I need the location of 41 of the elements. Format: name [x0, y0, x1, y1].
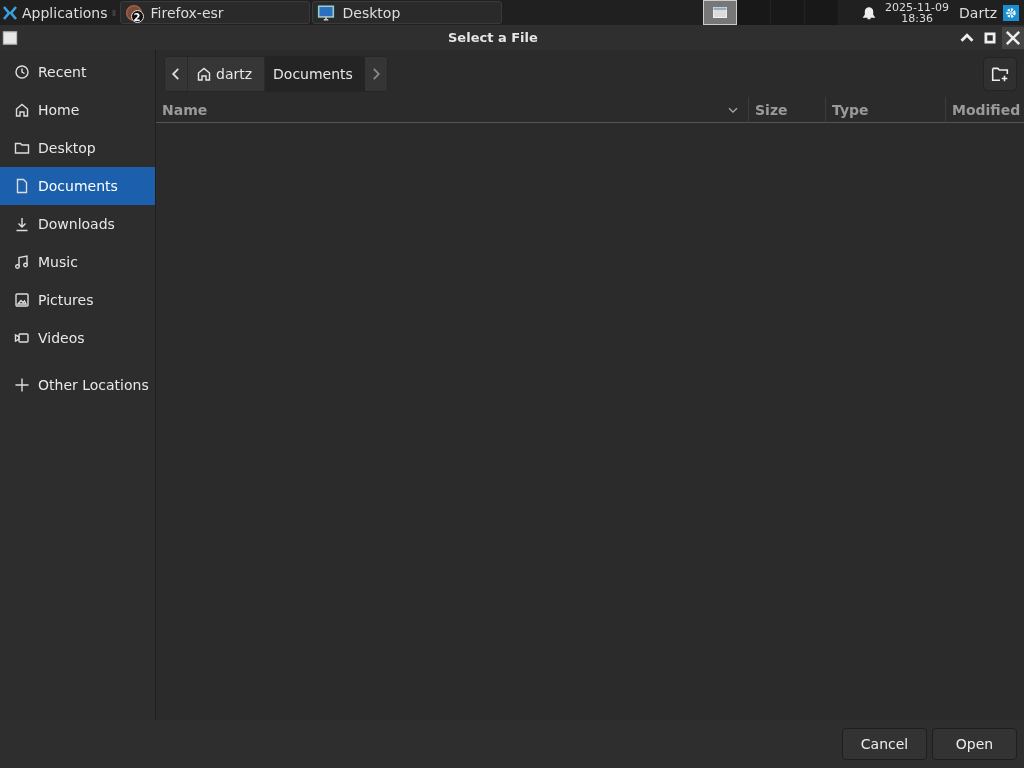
column-header[interactable]: Modified	[945, 97, 1024, 122]
sidebar-item[interactable]: Desktop	[0, 129, 155, 167]
bell-icon	[861, 4, 878, 21]
window-icon	[0, 30, 20, 45]
clock-time: 18:36	[901, 12, 933, 24]
window-title: Select a File	[448, 30, 538, 45]
menu-logo-icon	[2, 4, 18, 21]
path-button[interactable]: Documents	[264, 56, 365, 91]
sidebar-item[interactable]: Home	[0, 91, 155, 129]
sidebar-item[interactable]: Music	[0, 243, 155, 281]
document-icon	[14, 178, 30, 194]
sidebar-item[interactable]: Downloads	[0, 205, 155, 243]
window-thumbnail-icon	[713, 7, 728, 18]
plus-icon	[14, 377, 30, 393]
video-camera-icon	[14, 330, 30, 346]
sidebar-item[interactable]: Pictures	[0, 281, 155, 319]
sidebar-item[interactable]: Videos	[0, 319, 155, 357]
monitor-icon	[316, 3, 335, 22]
column-header[interactable]: Size	[748, 97, 825, 122]
dialog-button[interactable]: Cancel	[842, 728, 927, 760]
folder-icon	[14, 140, 30, 156]
column-header[interactable]: Type	[825, 97, 945, 122]
settings-icon	[1003, 4, 1019, 21]
applications-menu[interactable]: Applications	[0, 0, 108, 25]
download-icon	[14, 216, 30, 232]
taskbar-button[interactable]: 2 Firefox-esr	[119, 1, 310, 24]
user-name[interactable]: Dartz	[959, 4, 997, 21]
new-folder-button[interactable]	[983, 56, 1017, 91]
picture-icon	[14, 292, 30, 308]
taskbar-button[interactable]: Desktop	[311, 1, 502, 24]
music-notes-icon	[14, 254, 30, 270]
home-icon	[14, 102, 30, 118]
sidebar-item[interactable]: Recent	[0, 53, 155, 91]
sidebar-item[interactable]: Other Locations	[0, 366, 155, 404]
sidebar-item[interactable]: Documents	[0, 167, 155, 205]
close-button[interactable]	[1002, 26, 1024, 49]
clock-date: 2025-11-09	[885, 1, 950, 13]
dialog-button[interactable]: Open	[932, 728, 1017, 760]
column-header[interactable]: Name	[156, 97, 748, 122]
clock-icon	[14, 64, 30, 80]
home-icon	[196, 65, 212, 82]
